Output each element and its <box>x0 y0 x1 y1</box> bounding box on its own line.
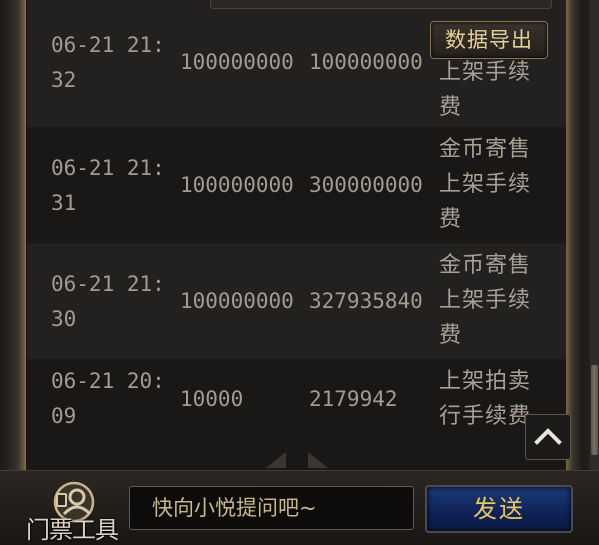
balance-cell: 2179942 <box>309 387 398 411</box>
table-row: 06-21 21:31 100000000 300000000 金币寄售上架手续… <box>27 127 566 243</box>
type-cell: 上架手续费 <box>439 60 532 120</box>
amount-cell: 100000000 <box>180 289 294 313</box>
balance-cell: 327935840 <box>309 289 423 313</box>
time-cell: 06-21 21:30 <box>51 272 165 331</box>
send-button[interactable]: 发送 <box>425 485 573 533</box>
amount-cell: 100000000 <box>180 173 294 197</box>
time-cell: 06-21 21:32 <box>51 33 165 92</box>
type-cell: 金币寄售上架手续费 <box>439 137 532 232</box>
chat-input[interactable] <box>129 486 414 530</box>
transaction-table: 06-21 21:32 100000000 100000000 上架手续费 06… <box>27 0 566 470</box>
scrollbar-thumb[interactable] <box>591 365 598 455</box>
chevron-up-icon <box>534 428 562 445</box>
time-cell: 06-21 21:31 <box>51 156 165 215</box>
time-cell: 06-21 20:09 <box>51 369 165 428</box>
balance-cell: 100000000 <box>309 50 423 74</box>
amount-cell: 100000000 <box>180 50 294 74</box>
amount-cell: 10000 <box>180 387 244 411</box>
left-frame <box>0 0 26 470</box>
type-cell: 金币寄售上架手续费 <box>439 253 532 348</box>
export-data-button[interactable]: 数据导出 <box>430 21 548 59</box>
top-panel-edge <box>210 0 552 9</box>
pager-arrows[interactable] <box>262 450 332 470</box>
scroll-to-top-button[interactable] <box>525 414 571 460</box>
table-row: 06-21 21:32 100000000 100000000 上架手续费 <box>27 0 566 127</box>
arrow-left-right-icon <box>266 452 328 468</box>
table-row: 06-21 21:30 100000000 327935840 金币寄售上架手续… <box>27 243 566 359</box>
balance-cell: 300000000 <box>309 173 423 197</box>
ticket-tool-label: 门票工具 <box>26 516 119 544</box>
